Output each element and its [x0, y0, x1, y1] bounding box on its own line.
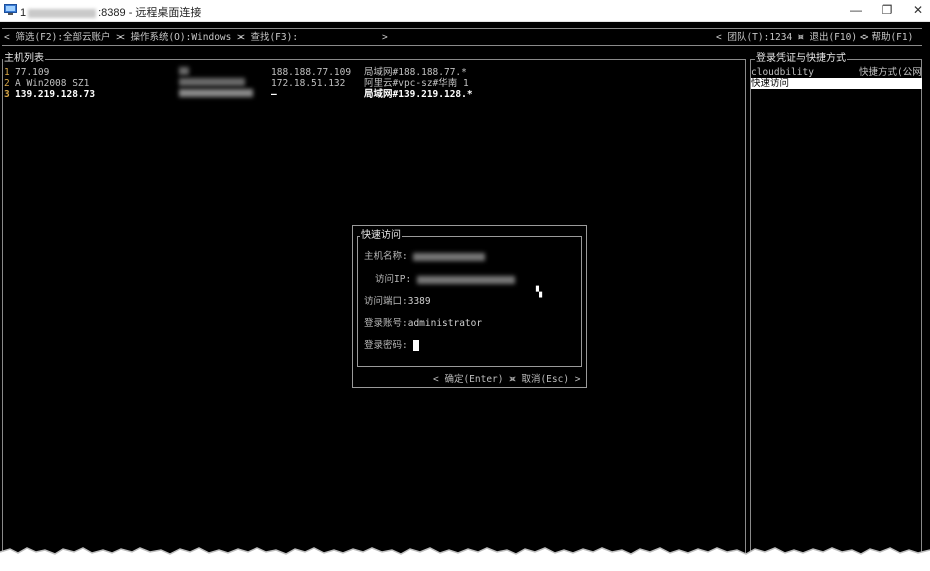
host-name: 77.109	[15, 67, 50, 78]
credential-shortcut: 快捷方式(公网	[859, 67, 922, 78]
host-network: 阿里云#vpc-sz#华南 1	[364, 78, 469, 89]
redacted-ip	[179, 89, 253, 100]
host-public-ip: 188.188.77.109	[271, 67, 352, 78]
host-list-title: 主机列表	[3, 53, 45, 65]
credentials-title: 登录凭证与快捷方式	[755, 53, 847, 65]
search-menu[interactable]: < 查找(F3):	[239, 32, 298, 44]
credential-name: cloudbility	[751, 67, 814, 78]
close-button[interactable]: ✕	[903, 0, 930, 21]
confirm-button[interactable]: < 确定(Enter) >	[433, 374, 515, 386]
quick-access-label: 快速访问	[751, 78, 790, 89]
credential-item[interactable]: cloudbility 快捷方式(公网	[751, 67, 922, 78]
host-public-ip: 172.18.51.132	[271, 78, 346, 89]
login-password-field[interactable]: 登录密码:	[364, 340, 420, 352]
credentials-panel: 登录凭证与快捷方式 cloudbility 快捷方式(公网 快速访问	[750, 53, 922, 571]
filter-menu[interactable]: < 筛选(F2):全部云账户 >	[4, 32, 122, 44]
host-row-number: 2	[4, 78, 10, 89]
login-account-label: 登录账号:	[364, 318, 408, 329]
access-port-label: 访问端口:	[364, 296, 408, 307]
host-row-number: 3	[4, 89, 10, 100]
host-network: 局域网#139.219.128.*	[364, 89, 473, 100]
terminal-screen: < 筛选(F2):全部云账户 > < 操作系统(O):Windows > < 查…	[0, 22, 930, 571]
window-title-bar[interactable]: 1 :8389 - 远程桌面连接 — ❐ ✕	[0, 0, 930, 22]
host-name: 139.219.128.73	[15, 89, 96, 100]
help-menu[interactable]: < 帮助(F1)	[860, 32, 913, 44]
window-title: 1 :8389 - 远程桌面连接	[20, 4, 201, 20]
redacted-ip	[179, 67, 189, 78]
os-menu[interactable]: < 操作系统(O):Windows >	[119, 32, 243, 44]
access-ip-label: 访问IP:	[375, 274, 412, 285]
host-network: 局域网#188.188.77.*	[364, 67, 467, 78]
host-name: A Win2008 SZ1	[15, 78, 90, 89]
dialog-form-frame: 快速访问 主机名称: 访问IP: ▚ 访问端口:3389 登录账号:admini…	[357, 230, 582, 367]
quick-access-item[interactable]: 快速访问	[751, 78, 922, 89]
exit-menu[interactable]: < 退出(F10) >	[798, 32, 868, 44]
redacted-ip	[179, 78, 245, 89]
remote-desktop-icon	[4, 4, 17, 15]
host-name-field[interactable]: 主机名称:	[364, 251, 486, 263]
restore-button[interactable]: ❐	[872, 0, 902, 21]
redacted-ip-value	[416, 275, 515, 284]
cancel-button[interactable]: < 取消(Esc) >	[510, 374, 580, 386]
quick-access-dialog: 快速访问 主机名称: 访问IP: ▚ 访问端口:3389 登录账号:admini…	[352, 225, 587, 388]
redacted-host	[28, 8, 97, 18]
redacted-host-value	[413, 252, 486, 261]
access-ip-field[interactable]: 访问IP:	[375, 274, 515, 286]
window-title-prefix: 1	[20, 7, 27, 19]
login-account-field[interactable]: 登录账号:administrator	[364, 318, 482, 330]
search-menu-end: >	[382, 32, 388, 43]
login-password-label: 登录密码:	[364, 340, 408, 351]
window-title-suffix: :8389 - 远程桌面连接	[98, 7, 202, 19]
text-cursor	[413, 340, 420, 351]
host-row-number: 1	[4, 67, 10, 78]
mouse-cursor-icon: ▚	[536, 287, 543, 298]
dialog-title: 快速访问	[360, 230, 402, 242]
host-public-ip: —	[271, 89, 277, 100]
minimize-button[interactable]: —	[841, 0, 871, 21]
team-menu[interactable]: < 团队(T):1234 >	[716, 32, 804, 44]
host-name-label: 主机名称:	[364, 251, 408, 262]
torn-edge-decoration	[0, 547, 930, 571]
login-account-value: administrator	[407, 318, 483, 329]
access-port-field[interactable]: 访问端口:3389	[364, 296, 431, 308]
access-port-value: 3389	[407, 296, 431, 307]
